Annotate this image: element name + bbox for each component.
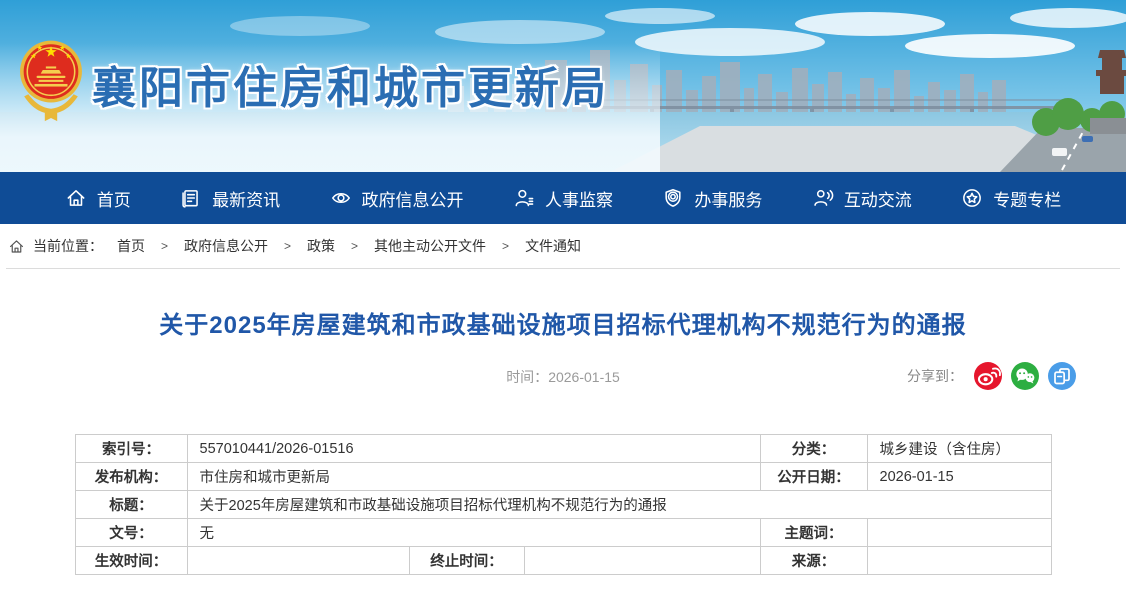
site-banner: 襄阳市住房和城市更新局 [0,0,1126,172]
source-label: 来源： [760,547,867,575]
table-row: 标题： 关于2025年房屋建筑和市政基础设施项目招标代理机构不规范行为的通报 [75,491,1051,519]
source-value [867,547,1051,575]
expiry-date-value [524,547,760,575]
category-value: 城乡建设（含住房） [867,435,1051,463]
shield-icon [662,187,684,209]
copy-link-share-icon[interactable] [1048,362,1076,390]
doc-title-label: 标题： [75,491,187,519]
nav-item-label: 政府信息公开 [362,186,464,211]
nav-item-label: 首页 [97,186,131,211]
breadcrumb-separator: > [351,239,358,253]
article-meta: 时间：2026-01-15 分享到： [0,362,1126,392]
keywords-value [867,519,1051,547]
publish-date-label: 公开日期： [760,463,867,491]
chat-icon [812,187,834,209]
breadcrumb-separator: > [284,239,291,253]
weibo-share-icon[interactable] [974,362,1002,390]
breadcrumb-item-home[interactable]: 首页 [117,236,145,256]
table-row: 生效时间： 终止时间： 来源： [75,547,1051,575]
breadcrumb-item-policy[interactable]: 政策 [307,236,335,256]
breadcrumb: 当前位置： 首页 > 政府信息公开 > 政策 > 其他主动公开文件 > 文件通知 [0,224,1126,268]
nav-item-interaction[interactable]: 互动交流 [812,172,912,224]
category-label: 分类： [760,435,867,463]
nav-item-personnel[interactable]: 人事监察 [513,172,613,224]
time-value: 2026-01-15 [548,369,620,385]
share-bar: 分享到： [907,362,1076,390]
news-icon [180,187,202,209]
agency-label: 发布机构： [75,463,187,491]
nav-item-label: 专题专栏 [993,186,1061,211]
person-icon [513,187,535,209]
content-divider [6,268,1120,269]
breadcrumb-location-label: 当前位置： [33,236,103,256]
article-title: 关于2025年房屋建筑和市政基础设施项目招标代理机构不规范行为的通报 [0,305,1126,340]
time-label: 时间： [506,369,548,385]
table-row: 索引号： 557010441/2026-01516 分类： 城乡建设（含住房） [75,435,1051,463]
breadcrumb-separator: > [161,239,168,253]
keywords-label: 主题词： [760,519,867,547]
index-number-label: 索引号： [75,435,187,463]
breadcrumb-item-gov-info[interactable]: 政府信息公开 [184,236,268,256]
breadcrumb-item-other-docs[interactable]: 其他主动公开文件 [374,236,486,256]
index-number-value: 557010441/2026-01516 [187,435,760,463]
national-emblem [18,34,84,136]
nav-item-label: 互动交流 [844,186,912,211]
expiry-date-label: 终止时间： [409,547,524,575]
nav-item-label: 人事监察 [545,186,613,211]
nav-item-topics[interactable]: 专题专栏 [961,172,1061,224]
effective-date-label: 生效时间： [75,547,187,575]
nav-item-home[interactable]: 首页 [65,172,131,224]
nav-item-label: 办事服务 [694,186,762,211]
star-icon [961,187,983,209]
table-row: 发布机构： 市住房和城市更新局 公开日期： 2026-01-15 [75,463,1051,491]
wechat-share-icon[interactable] [1011,362,1039,390]
table-row: 文号： 无 主题词： [75,519,1051,547]
site-title: 襄阳市住房和城市更新局 [92,52,609,116]
agency-value: 市住房和城市更新局 [187,463,760,491]
document-info-table: 索引号： 557010441/2026-01516 分类： 城乡建设（含住房） … [75,434,1052,575]
eye-icon [330,187,352,209]
nav-item-services[interactable]: 办事服务 [662,172,762,224]
doc-number-value: 无 [187,519,760,547]
effective-date-value [187,547,409,575]
doc-number-label: 文号： [75,519,187,547]
breadcrumb-item-notices[interactable]: 文件通知 [525,236,581,256]
nav-item-label: 最新资讯 [212,186,280,211]
nav-item-news[interactable]: 最新资讯 [180,172,280,224]
doc-title-value: 关于2025年房屋建筑和市政基础设施项目招标代理机构不规范行为的通报 [187,491,1051,519]
home-icon [65,187,87,209]
share-label: 分享到： [907,366,963,386]
home-small-icon [8,238,25,255]
nav-item-gov-info[interactable]: 政府信息公开 [330,172,464,224]
breadcrumb-separator: > [502,239,509,253]
publish-date-value: 2026-01-15 [867,463,1051,491]
main-nav: 首页 最新资讯 政府信息公开 人事监察 办事服务 互动交流 [0,172,1126,224]
